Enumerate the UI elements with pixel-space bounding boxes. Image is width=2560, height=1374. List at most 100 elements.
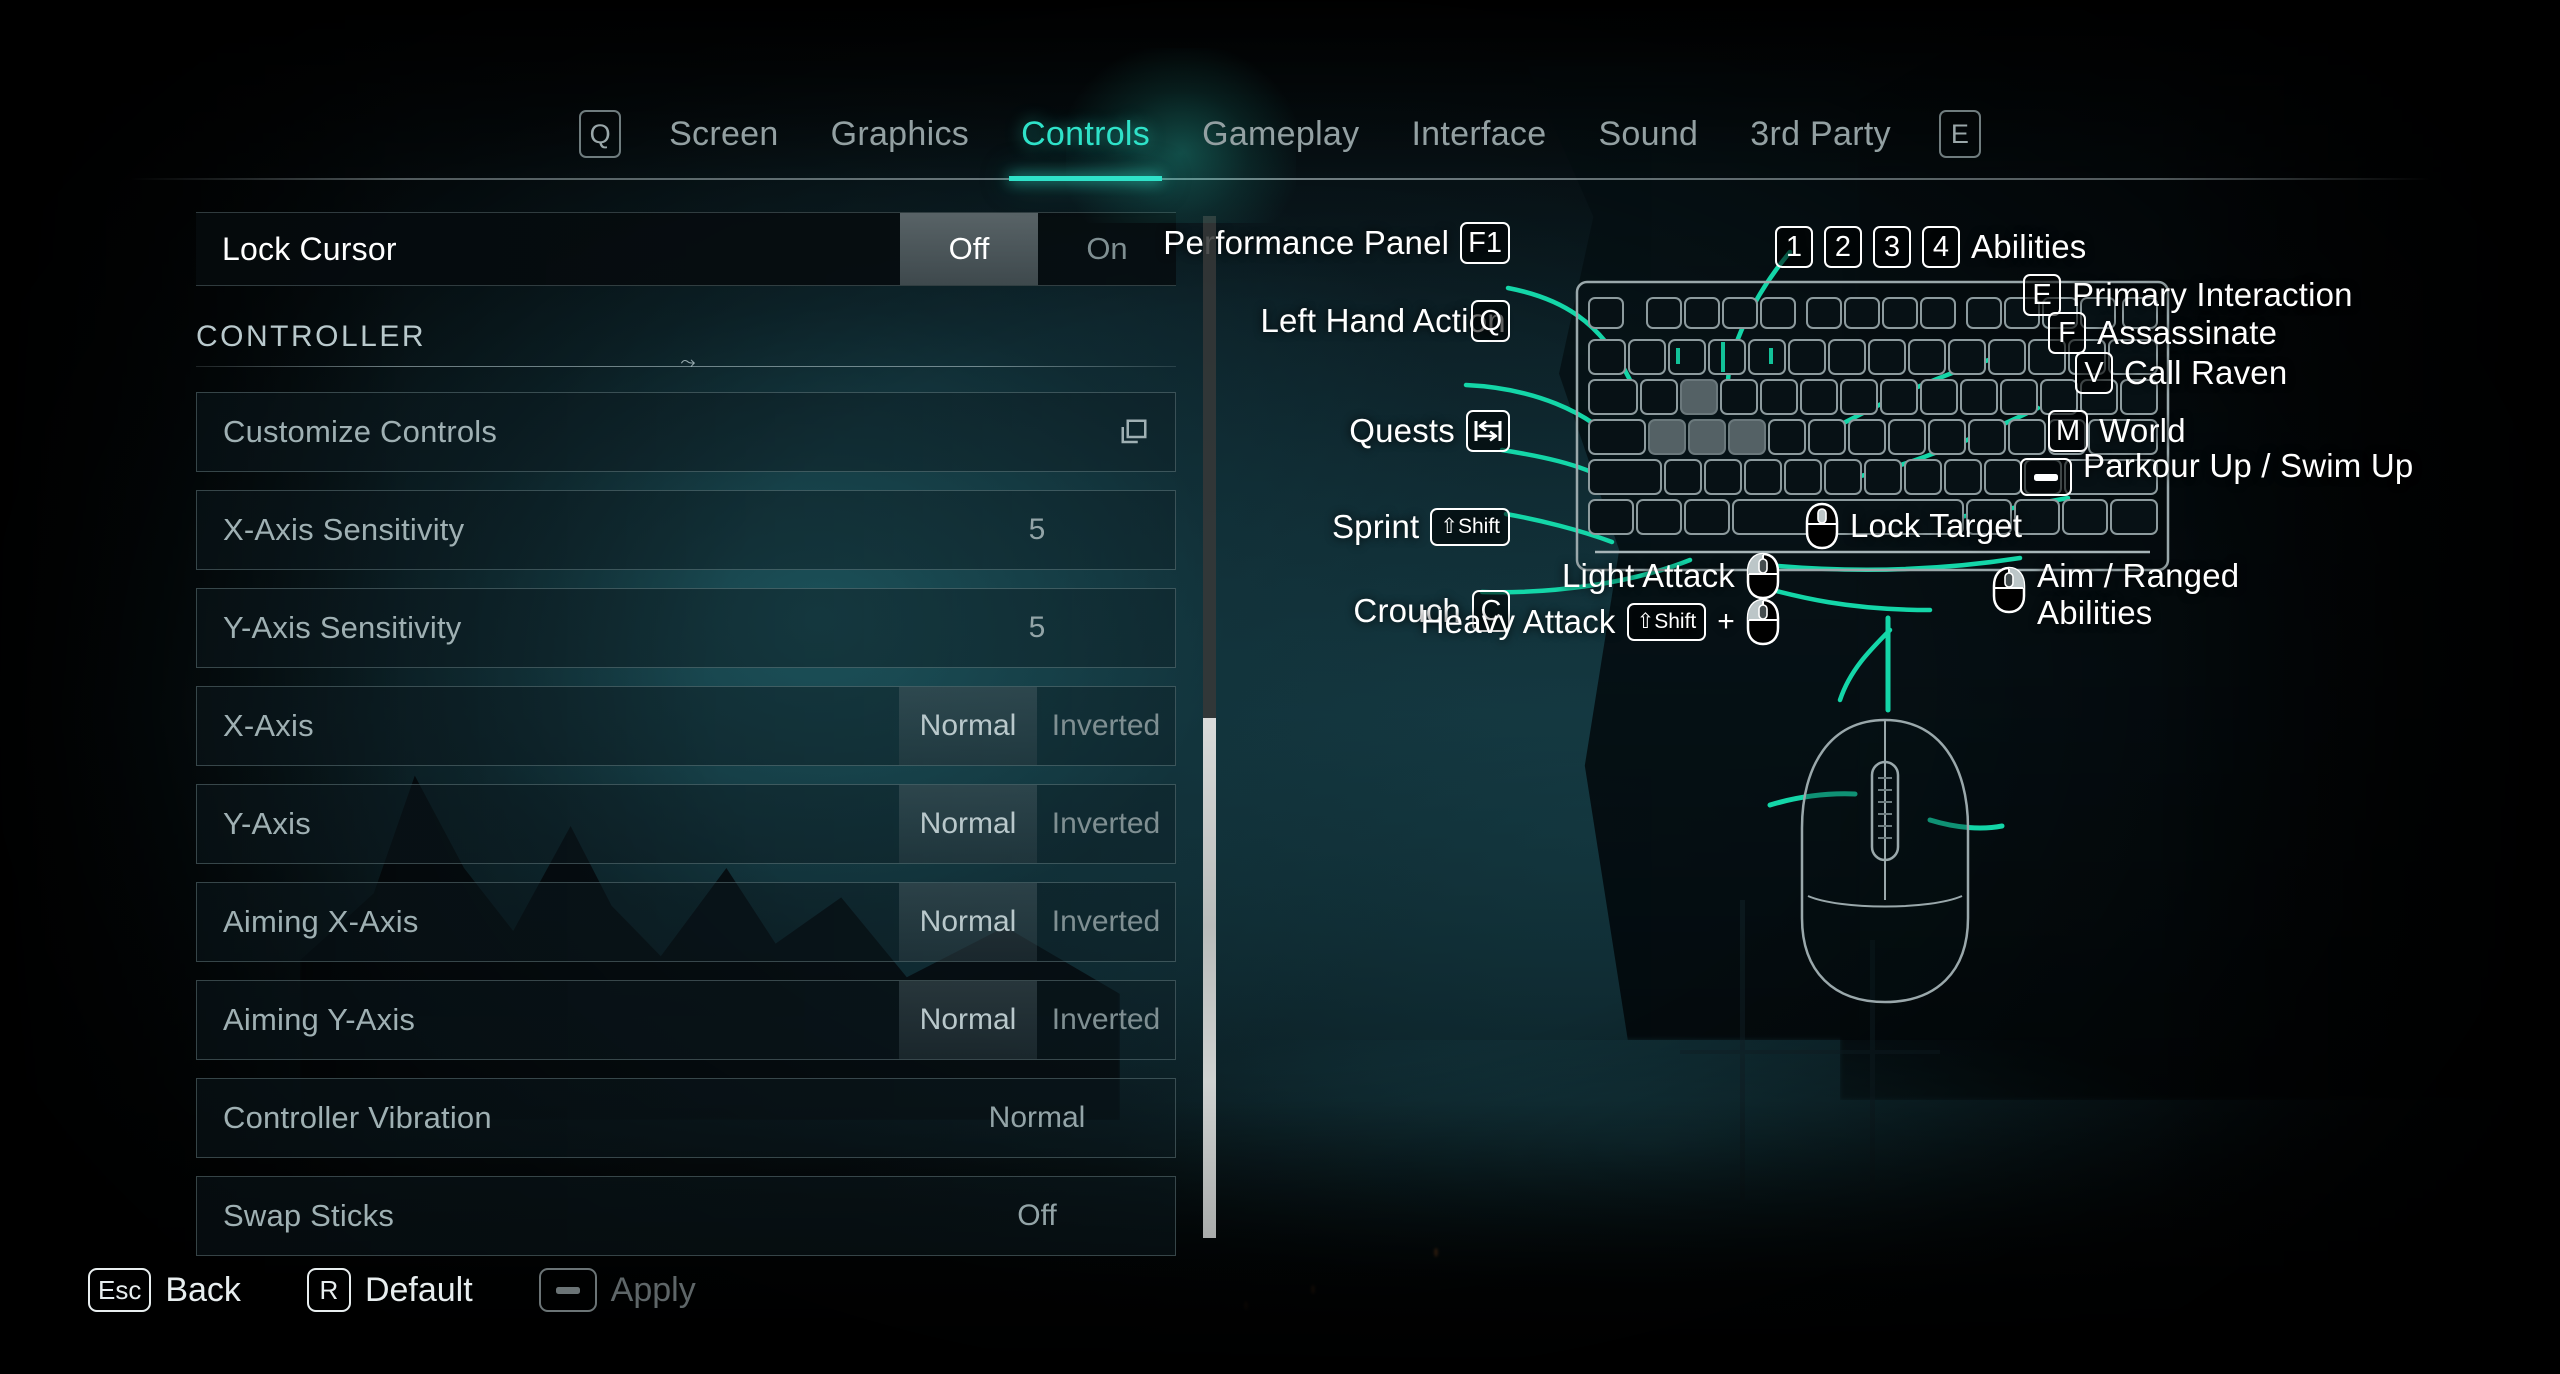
toggle-group: Normal Inverted bbox=[899, 981, 1175, 1059]
plus-sign: + bbox=[1717, 605, 1735, 639]
setting-label: X-Axis Sensitivity bbox=[223, 512, 465, 547]
key-f1: F1 bbox=[1460, 222, 1510, 264]
setting-row-y-axis[interactable]: Y-Axis Normal Inverted bbox=[196, 784, 1176, 864]
next-tab-key-e[interactable]: E bbox=[1938, 110, 1981, 158]
section-title-controller: CONTROLLER bbox=[196, 320, 427, 353]
binding-parkour-up-swim-up: Parkour Up / Swim Up bbox=[2020, 447, 2423, 496]
key-space-icon bbox=[538, 1268, 597, 1312]
key-2: 2 bbox=[1824, 226, 1862, 268]
setting-value[interactable]: Normal bbox=[899, 1079, 1175, 1157]
binding-lock-target: Lock Target bbox=[1805, 502, 2022, 550]
binding-label: Lock Target bbox=[1850, 506, 2023, 544]
option-inverted[interactable]: Inverted bbox=[1037, 785, 1175, 863]
key-v: V bbox=[2075, 352, 2113, 394]
option-inverted[interactable]: Inverted bbox=[1037, 883, 1175, 961]
binding-label: World bbox=[2099, 411, 2186, 449]
option-inverted[interactable]: Inverted bbox=[1037, 687, 1175, 765]
setting-row-y-axis-sensitivity[interactable]: Y-Axis Sensitivity 5 bbox=[196, 588, 1176, 668]
key-shift: ⇧Shift bbox=[1430, 508, 1510, 546]
key-space-icon bbox=[2020, 458, 2072, 496]
footer-label: Apply bbox=[610, 1270, 696, 1309]
option-normal[interactable]: Normal bbox=[899, 883, 1037, 961]
scrollbar-thumb[interactable] bbox=[1203, 718, 1216, 1238]
setting-label: Y-Axis Sensitivity bbox=[223, 610, 462, 645]
setting-value[interactable]: 5 bbox=[899, 589, 1175, 667]
mouse-left-button-icon bbox=[1746, 598, 1780, 646]
tab-graphics[interactable]: Graphics bbox=[805, 117, 995, 151]
binding-label: Heavy Attack bbox=[1420, 602, 1616, 640]
option-inverted[interactable]: Inverted bbox=[1037, 981, 1175, 1059]
settings-tab-bar: Q Screen Graphics Controls Gameplay Inte… bbox=[0, 48, 2560, 223]
key-r: R bbox=[306, 1268, 351, 1312]
binding-abilities: 1 2 3 4 Abilities bbox=[1775, 226, 2087, 268]
tab-interface[interactable]: Interface bbox=[1385, 117, 1572, 151]
setting-row-x-axis[interactable]: X-Axis Normal Inverted bbox=[196, 686, 1176, 766]
setting-row-aiming-y-axis[interactable]: Aiming Y-Axis Normal Inverted bbox=[196, 980, 1176, 1060]
setting-label: Controller Vibration bbox=[223, 1100, 492, 1135]
toggle-group: Off On bbox=[900, 213, 1176, 285]
section-divider bbox=[196, 358, 1176, 376]
tab-gameplay[interactable]: Gameplay bbox=[1176, 117, 1385, 151]
key-e: E bbox=[2023, 274, 2061, 316]
setting-label: Lock Cursor bbox=[222, 230, 397, 267]
option-off[interactable]: Off bbox=[900, 213, 1038, 285]
setting-row-x-axis-sensitivity[interactable]: X-Axis Sensitivity 5 bbox=[196, 490, 1176, 570]
settings-list: Lock Cursor Off On CONTROLLER Customize … bbox=[196, 212, 1176, 1256]
mouse-illustration bbox=[1790, 710, 1980, 1010]
setting-label: Aiming X-Axis bbox=[223, 904, 419, 939]
binding-light-attack: Light Attack bbox=[1460, 552, 1780, 600]
setting-label: Swap Sticks bbox=[223, 1198, 395, 1233]
binding-heavy-attack: Heavy Attack ⇧Shift + bbox=[1420, 598, 1780, 646]
setting-label: Y-Axis bbox=[223, 806, 311, 841]
footer-default-action[interactable]: R Default bbox=[306, 1268, 473, 1312]
mouse-left-button-icon bbox=[1746, 552, 1780, 600]
key-3: 3 bbox=[1873, 226, 1911, 268]
mouse-middle-button-icon bbox=[1805, 502, 1839, 550]
key-f: F bbox=[2048, 312, 2086, 354]
setting-row-controller-vibration[interactable]: Controller Vibration Normal bbox=[196, 1078, 1176, 1158]
toggle-group: Normal Inverted bbox=[899, 687, 1175, 765]
option-normal[interactable]: Normal bbox=[899, 785, 1037, 863]
key-shift: ⇧Shift bbox=[1626, 603, 1707, 641]
setting-row-aiming-x-axis[interactable]: Aiming X-Axis Normal Inverted bbox=[196, 882, 1176, 962]
setting-label: X-Axis bbox=[223, 708, 314, 743]
setting-row-lock-cursor[interactable]: Lock Cursor Off On bbox=[196, 212, 1176, 286]
key-esc: Esc bbox=[88, 1268, 152, 1312]
key-q: Q bbox=[1471, 300, 1510, 342]
tab-controls[interactable]: Controls bbox=[995, 117, 1176, 181]
prev-tab-key-q[interactable]: Q bbox=[579, 110, 622, 158]
setting-row-customize-controls[interactable]: Customize Controls bbox=[196, 392, 1176, 472]
tab-sound[interactable]: Sound bbox=[1572, 117, 1724, 151]
binding-call-raven: V Call Raven bbox=[2075, 352, 2287, 394]
binding-aim-ranged-abilities: Aim / Ranged Abilities bbox=[1992, 557, 2337, 632]
setting-value[interactable]: Off bbox=[899, 1177, 1175, 1255]
binding-label: Parkour Up / Swim Up bbox=[2083, 447, 2414, 484]
settings-scrollbar[interactable] bbox=[1203, 216, 1216, 1238]
footer-back-action[interactable]: Esc Back bbox=[88, 1268, 241, 1312]
key-1: 1 bbox=[1775, 226, 1813, 268]
control-scheme-diagram: Performance Panel F1 Left Hand Action Q … bbox=[1163, 180, 2560, 1260]
toggle-group: Normal Inverted bbox=[899, 785, 1175, 863]
binding-primary-interaction: E Primary Interaction bbox=[2023, 274, 2353, 316]
binding-label: Abilities bbox=[1971, 227, 2087, 265]
binding-label: Assassinate bbox=[2097, 313, 2278, 351]
key-4: 4 bbox=[1922, 226, 1960, 268]
setting-label: Aiming Y-Axis bbox=[223, 1002, 416, 1037]
setting-row-swap-sticks[interactable]: Swap Sticks Off bbox=[196, 1176, 1176, 1256]
binding-label: Sprint bbox=[1331, 507, 1420, 545]
footer-label: Default bbox=[364, 1270, 473, 1309]
footer-label: Back bbox=[165, 1270, 241, 1309]
option-normal[interactable]: Normal bbox=[899, 687, 1037, 765]
setting-label: Customize Controls bbox=[223, 414, 498, 449]
option-normal[interactable]: Normal bbox=[899, 981, 1037, 1059]
binding-label: Light Attack bbox=[1561, 556, 1735, 594]
setting-value[interactable]: 5 bbox=[899, 491, 1175, 569]
toggle-group: Normal Inverted bbox=[899, 883, 1175, 961]
tab-screen[interactable]: Screen bbox=[643, 117, 805, 151]
binding-label: Call Raven bbox=[2124, 353, 2288, 391]
binding-world: M World bbox=[2048, 410, 2186, 452]
tab-3rd-party[interactable]: 3rd Party bbox=[1724, 117, 1917, 151]
key-m: M bbox=[2048, 410, 2089, 452]
window-copy-icon bbox=[1121, 419, 1147, 444]
binding-label: Left Hand Action bbox=[1260, 301, 1506, 339]
